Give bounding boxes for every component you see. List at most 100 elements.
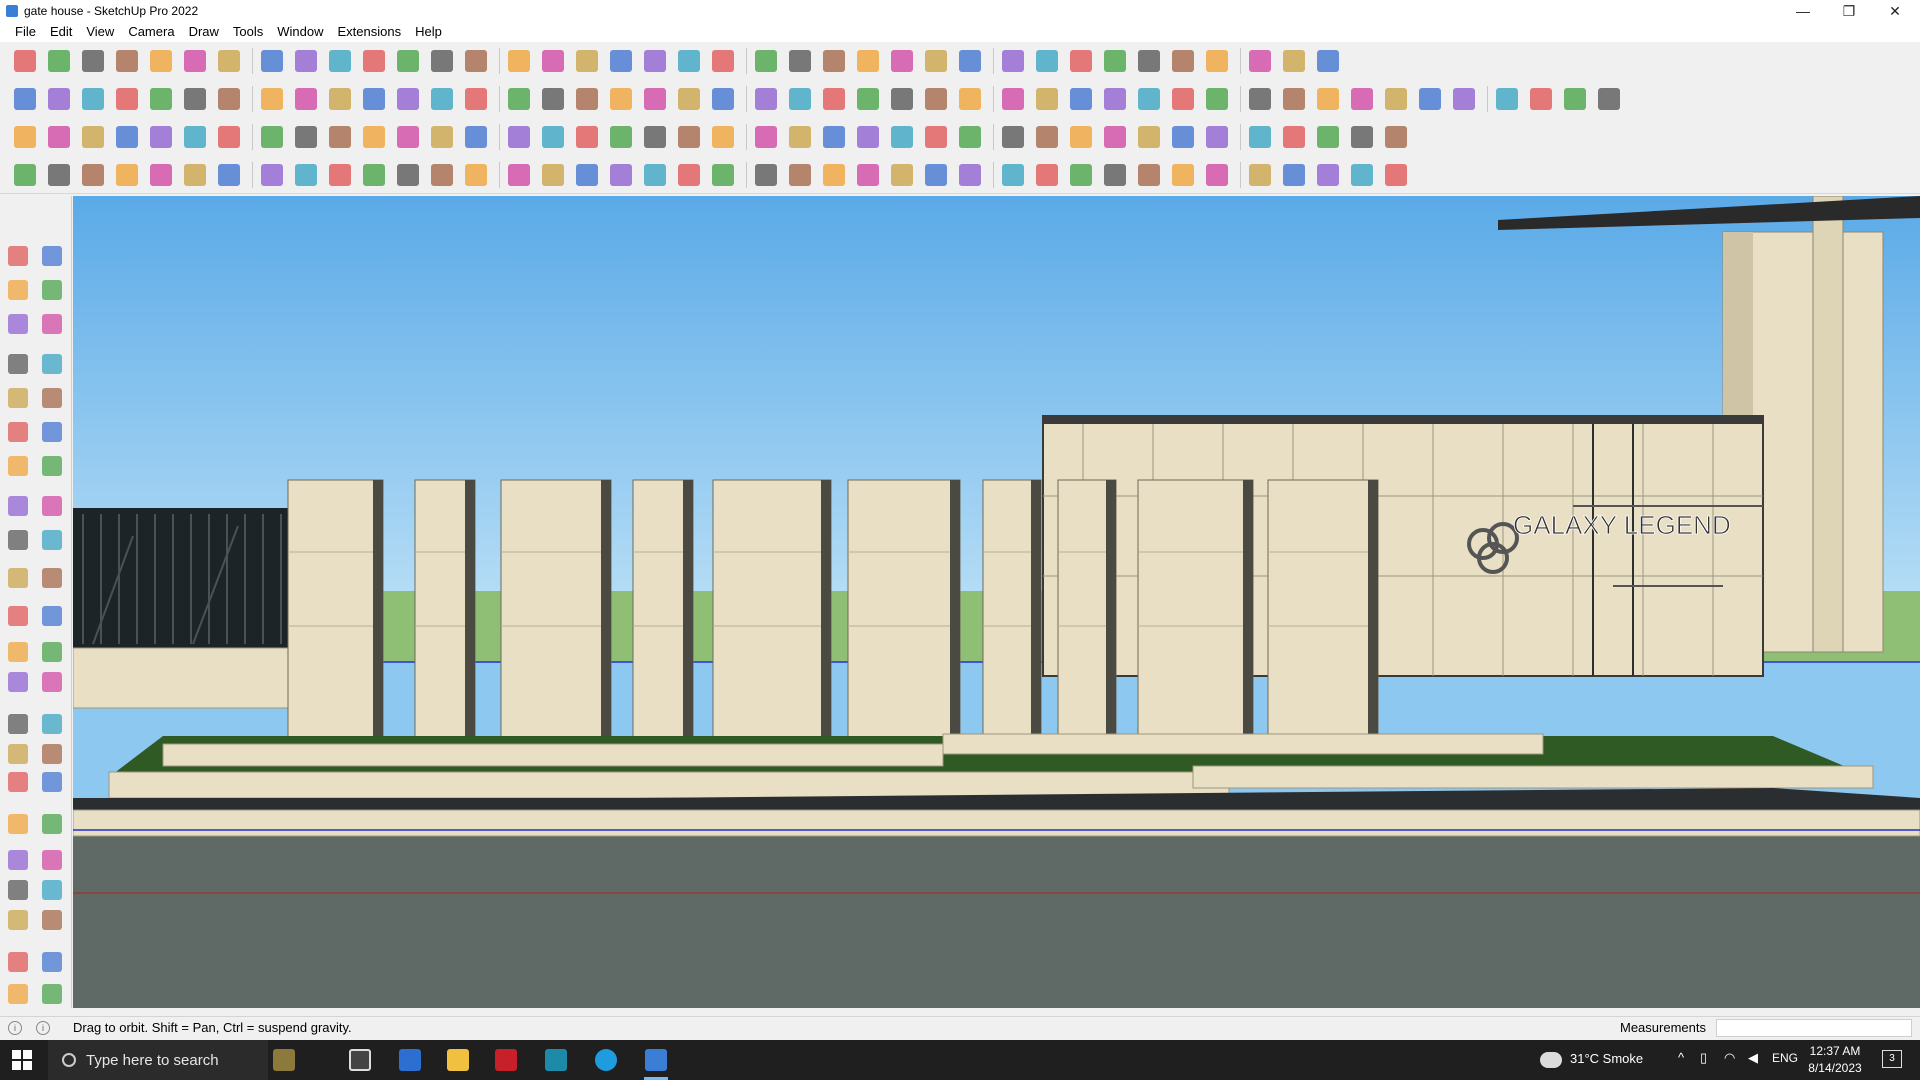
weather-text[interactable]: 31°C Smoke (1570, 1051, 1643, 1066)
close-icon[interactable]: ✕ (1872, 0, 1918, 22)
palette-tool-icon[interactable] (4, 906, 32, 934)
palette-tool-icon[interactable] (38, 906, 66, 934)
toolbar-tool-icon[interactable] (180, 46, 210, 76)
toolbar-tool-icon[interactable] (1100, 46, 1130, 76)
toolbar-tool-icon[interactable] (461, 84, 491, 114)
toolbar-tool-icon[interactable] (1066, 84, 1096, 114)
toolbar-tool-icon[interactable] (819, 46, 849, 76)
toolbar-tool-icon[interactable] (785, 84, 815, 114)
palette-tool-icon[interactable] (4, 948, 32, 976)
toolbar-tool-icon[interactable] (146, 122, 176, 152)
toolbar-tool-icon[interactable] (257, 122, 287, 152)
toolbar-tool-icon[interactable] (180, 84, 210, 114)
toolbar-tool-icon[interactable] (708, 84, 738, 114)
menu-tools[interactable]: Tools (226, 22, 270, 42)
toolbar-tool-icon[interactable] (606, 122, 636, 152)
palette-tool-icon[interactable] (38, 350, 66, 378)
toolbar-tool-icon[interactable] (325, 46, 355, 76)
menu-draw[interactable]: Draw (182, 22, 226, 42)
toolbar-tool-icon[interactable] (1168, 160, 1198, 190)
toolbar-tool-icon[interactable] (640, 84, 670, 114)
toolbar-tool-icon[interactable] (853, 122, 883, 152)
toolbar-tool-icon[interactable] (674, 160, 704, 190)
toolbar-tool-icon[interactable] (112, 84, 142, 114)
toolbar-tool-icon[interactable] (572, 122, 602, 152)
toolbar-tool-icon[interactable] (1492, 84, 1522, 114)
toolbar-tool-icon[interactable] (44, 46, 74, 76)
toolbar-tool-icon[interactable] (291, 84, 321, 114)
toolbar-tool-icon[interactable] (1245, 122, 1275, 152)
toolbar-tool-icon[interactable] (1032, 46, 1062, 76)
toolbar-tool-icon[interactable] (427, 84, 457, 114)
palette-tool-icon[interactable] (4, 564, 32, 592)
toolbar-tool-icon[interactable] (887, 160, 917, 190)
palette-tool-icon[interactable] (4, 810, 32, 838)
toolbar-tool-icon[interactable] (393, 122, 423, 152)
toolbar-tool-icon[interactable] (10, 160, 40, 190)
toolbar-tool-icon[interactable] (10, 46, 40, 76)
toolbar-tool-icon[interactable] (1279, 46, 1309, 76)
palette-tool-icon[interactable] (4, 526, 32, 554)
toolbar-tool-icon[interactable] (887, 122, 917, 152)
taskbar-search[interactable] (48, 1040, 268, 1080)
task-view-icon[interactable] (340, 1046, 380, 1074)
toolbar-tool-icon[interactable] (146, 160, 176, 190)
toolbar-tool-icon[interactable] (504, 160, 534, 190)
toolbar-tool-icon[interactable] (1415, 84, 1445, 114)
toolbar-tool-icon[interactable] (504, 46, 534, 76)
toolbar-tool-icon[interactable] (1279, 122, 1309, 152)
toolbar-tool-icon[interactable] (1100, 84, 1130, 114)
toolbar-tool-icon[interactable] (572, 46, 602, 76)
speaker-icon[interactable]: ◀ (1748, 1050, 1758, 1066)
toolbar-tool-icon[interactable] (955, 160, 985, 190)
toolbar-tool-icon[interactable] (1202, 84, 1232, 114)
toolbar-tool-icon[interactable] (1381, 122, 1411, 152)
toolbar-tool-icon[interactable] (1313, 160, 1343, 190)
toolbar-tool-icon[interactable] (146, 46, 176, 76)
toolbar-tool-icon[interactable] (1279, 160, 1309, 190)
toolbar-tool-icon[interactable] (572, 84, 602, 114)
palette-tool-icon[interactable] (4, 418, 32, 446)
toolbar-tool-icon[interactable] (1066, 122, 1096, 152)
palette-tool-icon[interactable] (38, 768, 66, 796)
toolbar-tool-icon[interactable] (708, 122, 738, 152)
toolbar-tool-icon[interactable] (955, 84, 985, 114)
palette-tool-icon[interactable] (4, 668, 32, 696)
toolbar-tool-icon[interactable] (1168, 46, 1198, 76)
toolbar-tool-icon[interactable] (291, 46, 321, 76)
toolbar-tool-icon[interactable] (78, 46, 108, 76)
toolbar-tool-icon[interactable] (1100, 160, 1130, 190)
toolbar-tool-icon[interactable] (1066, 160, 1096, 190)
menu-file[interactable]: File (8, 22, 43, 42)
toolbar-tool-icon[interactable] (674, 46, 704, 76)
weather-icon[interactable] (1540, 1052, 1562, 1068)
menu-extensions[interactable]: Extensions (331, 22, 409, 42)
toolbar-tool-icon[interactable] (606, 46, 636, 76)
toolbar-tool-icon[interactable] (1066, 46, 1096, 76)
toolbar-tool-icon[interactable] (427, 46, 457, 76)
toolbar-tool-icon[interactable] (998, 122, 1028, 152)
toolbar-tool-icon[interactable] (998, 46, 1028, 76)
toolbar-tool-icon[interactable] (1381, 84, 1411, 114)
toolbar-tool-icon[interactable] (1526, 84, 1556, 114)
toolbar-tool-icon[interactable] (291, 122, 321, 152)
toolbar-tool-icon[interactable] (853, 46, 883, 76)
toolbar-tool-icon[interactable] (1279, 84, 1309, 114)
toolbar-tool-icon[interactable] (1032, 160, 1062, 190)
toolbar-tool-icon[interactable] (112, 160, 142, 190)
toolbar-tool-icon[interactable] (1245, 84, 1275, 114)
toolbar-tool-icon[interactable] (921, 160, 951, 190)
toolbar-tool-icon[interactable] (393, 160, 423, 190)
toolbar-tool-icon[interactable] (461, 160, 491, 190)
toolbar-tool-icon[interactable] (112, 122, 142, 152)
toolbar-tool-icon[interactable] (853, 84, 883, 114)
palette-tool-icon[interactable] (4, 846, 32, 874)
palette-tool-icon[interactable] (38, 810, 66, 838)
toolbar-tool-icon[interactable] (853, 160, 883, 190)
palette-tool-icon[interactable] (38, 564, 66, 592)
toolbar-tool-icon[interactable] (504, 122, 534, 152)
toolbar-tool-icon[interactable] (751, 46, 781, 76)
toolbar-tool-icon[interactable] (751, 84, 781, 114)
toolbar-tool-icon[interactable] (640, 46, 670, 76)
toolbar-tool-icon[interactable] (640, 122, 670, 152)
